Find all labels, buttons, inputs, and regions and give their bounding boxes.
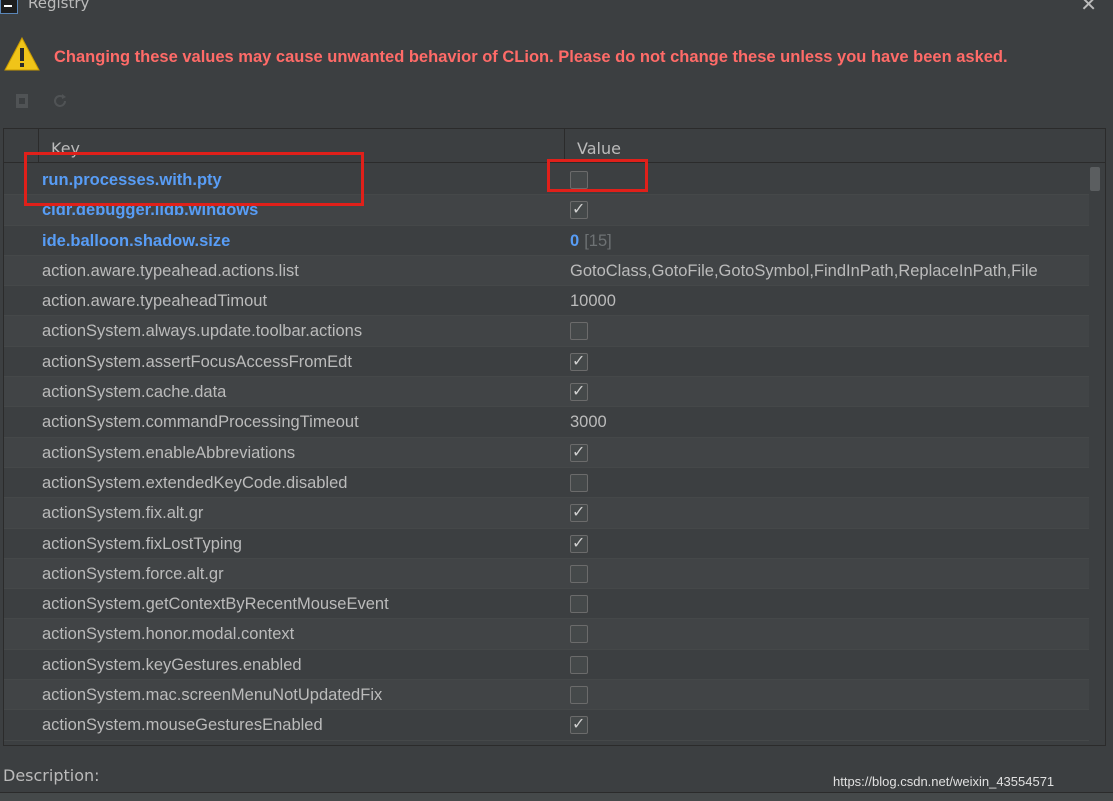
registry-key: actionSystem.commandProcessingTimeout	[42, 413, 359, 432]
registry-key: actionSystem.fixLostTyping	[42, 534, 242, 553]
registry-key: actionSystem.honor.modal.context	[42, 625, 295, 644]
registry-key: actionSystem.fix.alt.gr	[42, 504, 204, 523]
vertical-scrollbar[interactable]	[1089, 165, 1101, 745]
refresh-icon[interactable]	[50, 92, 70, 112]
registry-table: Key Value run.processes.with.pty cidr.deb…	[3, 128, 1106, 746]
value-checkbox[interactable]	[570, 595, 588, 614]
registry-key: actionSystem.mouseGesturesEnabled	[42, 716, 323, 735]
table-row[interactable]: action.aware.typeaheadTimout 10000	[4, 286, 1090, 317]
registry-key: action.aware.typeaheadTimout	[42, 292, 268, 311]
checkmark-icon: ✓	[572, 502, 586, 522]
close-button[interactable]: ✕	[1080, 0, 1097, 16]
value-checkbox[interactable]: ✓	[570, 381, 588, 402]
watermark: https://blog.csdn.net/weixin_43554571	[833, 774, 1055, 789]
value-text: GotoClass,GotoFile,GotoSymbol,FindInPath…	[570, 261, 1038, 280]
table-row[interactable]: actionSystem.force.alt.gr	[4, 558, 1089, 590]
table-row[interactable]: actionSystem.fix.alt.gr ✓	[4, 498, 1089, 529]
registry-key: actionSystem.getContextByRecentMouseEven…	[42, 595, 389, 614]
restore-defaults-icon[interactable]	[12, 92, 32, 112]
registry-key: actionSystem.mac.screenMenuNotUpdatedFix	[42, 686, 383, 705]
value-text: 10000	[570, 292, 616, 311]
highlight-box-value	[547, 159, 648, 192]
registry-key: actionSystem.keyGestures.enabled	[42, 655, 302, 674]
checkmark-icon: ✓	[572, 714, 586, 734]
registry-value[interactable]: GotoClass,GotoFile,GotoSymbol,FindInPath…	[570, 256, 1090, 286]
table-row[interactable]: actionSystem.honor.modal.context	[4, 619, 1089, 650]
table-row[interactable]: actionSystem.fixLostTyping ✓	[4, 528, 1089, 559]
description-area	[0, 792, 1113, 801]
value-text: 0	[570, 231, 580, 250]
registry-key: action.aware.typeahead.actions.list	[42, 261, 299, 280]
table-row[interactable]: actionSystem.mac.screenMenuNotUpdatedFix	[4, 680, 1089, 711]
registry-key: actionSystem.always.update.toolbar.actio…	[42, 322, 363, 341]
table-row[interactable]: actionSystem.keyGestures.enabled	[4, 649, 1089, 681]
value-checkbox[interactable]	[570, 655, 588, 674]
table-row[interactable]: actionSystem.extendedKeyCode.disabled	[4, 467, 1089, 499]
checkmark-icon: ✓	[572, 199, 586, 219]
warning-banner: Changing these values may cause unwanted…	[0, 36, 1113, 76]
checkmark-icon: ✓	[572, 532, 586, 552]
table-row[interactable]: actionSystem.assertFocusAccessFromEdt ✓	[4, 346, 1089, 378]
table-row[interactable]: actionSystem.mouseGesturesEnabled ✓	[4, 710, 1089, 741]
value-checkbox[interactable]: ✓	[570, 350, 588, 371]
registry-value[interactable]: 10000	[570, 286, 1090, 316]
highlight-box-key	[24, 152, 364, 206]
registry-key: actionSystem.assertFocusAccessFromEdt	[42, 352, 352, 371]
table-row[interactable]: actionSystem.enableAbbreviations ✓	[4, 437, 1089, 468]
value-checkbox[interactable]: ✓	[570, 502, 588, 523]
description-label: Description:	[3, 766, 100, 785]
checkmark-icon: ✓	[572, 381, 586, 401]
registry-value[interactable]: 0 [15]	[570, 226, 1090, 256]
registry-toolbar	[0, 88, 200, 116]
value-checkbox[interactable]	[570, 322, 588, 341]
checkmark-icon: ✓	[572, 441, 586, 461]
registry-key: ide.balloon.shadow.size	[42, 231, 231, 250]
table-row[interactable]: action.aware.typeahead.actions.list GotoC…	[4, 255, 1090, 287]
table-row[interactable]: ide.balloon.shadow.size 0 [15]	[4, 225, 1090, 256]
value-checkbox[interactable]	[570, 564, 588, 583]
table-row[interactable]: actionSystem.cache.data ✓	[4, 377, 1089, 408]
registry-key: actionSystem.force.alt.gr	[42, 564, 224, 583]
warning-message: Changing these values may cause unwanted…	[54, 48, 1008, 66]
registry-key: actionSystem.extendedKeyCode.disabled	[42, 473, 348, 492]
warning-icon	[4, 36, 40, 71]
value-checkbox[interactable]: ✓	[570, 441, 588, 462]
value-checkbox[interactable]: ✓	[570, 199, 588, 220]
column-header-value[interactable]: Value	[564, 129, 1092, 163]
value-checkbox[interactable]: ✓	[570, 532, 588, 553]
registry-key: actionSystem.enableAbbreviations	[42, 443, 296, 462]
registry-value[interactable]: 3000	[570, 407, 1090, 437]
value-checkbox[interactable]	[570, 625, 588, 644]
registry-key: actionSystem.cache.data	[42, 383, 227, 402]
value-checkbox[interactable]	[570, 473, 588, 492]
title-bar: Registry ✕	[0, 0, 1113, 22]
value-checkbox[interactable]	[570, 686, 588, 705]
value-checkbox[interactable]: ✓	[570, 714, 588, 735]
table-row[interactable]: actionSystem.always.update.toolbar.actio…	[4, 316, 1089, 347]
clion-app-icon	[0, 0, 18, 14]
table-row[interactable]: actionSystem.commandProcessingTimeout 300…	[4, 407, 1090, 438]
table-body: run.processes.with.pty cidr.debugger.lldb…	[4, 165, 1089, 741]
window-title: Registry	[28, 0, 90, 12]
table-row[interactable]: actionSystem.getContextByRecentMouseEven…	[4, 589, 1089, 620]
value-text: 3000	[570, 413, 607, 432]
default-value-text: [15]	[584, 231, 612, 250]
scroll-thumb[interactable]	[1090, 167, 1100, 191]
checkmark-icon: ✓	[572, 350, 586, 370]
